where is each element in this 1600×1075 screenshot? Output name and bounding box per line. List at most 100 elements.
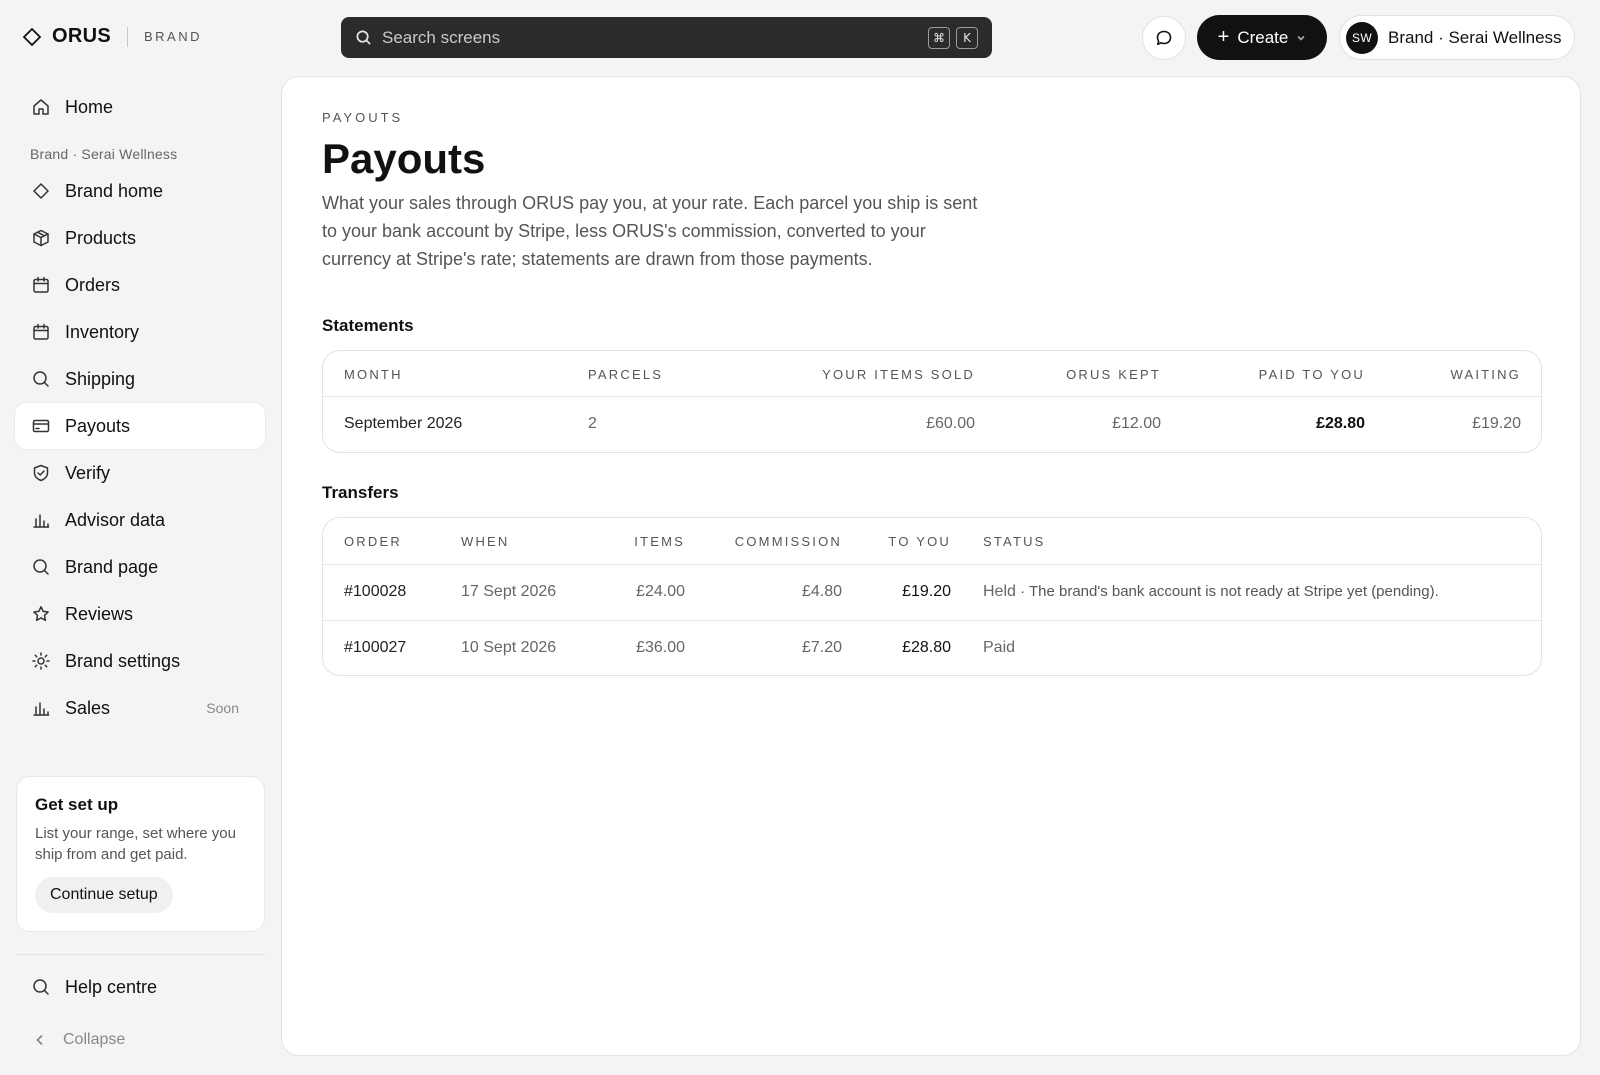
statements-table: MONTH PARCELS YOUR ITEMS SOLD ORUS KEPT … (322, 350, 1542, 453)
sidebar-item-help-centre[interactable]: Help centre (15, 964, 265, 1010)
sidebar-item-label: Products (65, 227, 137, 248)
sidebar-item-sales[interactable]: Sales Soon (15, 685, 265, 731)
statement-parcels: 2 (588, 415, 597, 432)
column-header-paid-to-you: PAID TO YOU (1258, 367, 1365, 382)
sidebar-item-reviews[interactable]: Reviews (15, 591, 265, 637)
search-input[interactable]: Search screens (382, 28, 922, 48)
page-title: Payouts (322, 135, 486, 182)
transfer-to-you: £19.20 (902, 583, 951, 600)
statement-orus-kept: £12.00 (1112, 415, 1161, 432)
column-header-order: ORDER (344, 534, 402, 549)
sidebar-item-label: Payouts (65, 415, 131, 436)
column-header-parcels: PARCELS (588, 367, 664, 382)
sidebar-item-label: Brand settings (65, 650, 181, 671)
sidebar-item-brand-settings[interactable]: Brand settings (15, 638, 265, 684)
sidebar-item-label: Brand page (65, 556, 159, 577)
diamond-logo-icon (22, 27, 42, 47)
statement-waiting: £19.20 (1472, 415, 1521, 432)
column-header-items-sold: YOUR ITEMS SOLD (822, 367, 975, 382)
column-header-month: MONTH (344, 367, 403, 382)
home-icon (31, 97, 51, 117)
setup-card-title: Get set up (35, 795, 119, 814)
box-icon (31, 228, 51, 248)
search-icon (31, 369, 51, 389)
transfer-when: 10 Sept 2026 (461, 639, 557, 656)
transfer-order: #100028 (344, 583, 407, 600)
chevron-down-icon (1296, 33, 1306, 43)
bar-chart-icon (31, 510, 51, 530)
sidebar-item-advisor-data[interactable]: Advisor data (15, 497, 265, 543)
create-button[interactable]: + Create (1197, 15, 1327, 60)
sidebar-item-label: Verify (65, 462, 111, 483)
sidebar-item-verify[interactable]: Verify (15, 450, 265, 496)
transfer-commission: £4.80 (801, 583, 842, 600)
statement-month: September 2026 (344, 415, 463, 432)
transfer-status: Paid (983, 639, 1015, 657)
column-header-waiting: WAITING (1450, 367, 1521, 382)
setup-card: Get set up List your range, set where yo… (16, 776, 265, 932)
create-label: Create (1237, 27, 1289, 47)
sidebar-item-payouts[interactable]: Payouts (15, 403, 265, 449)
sidebar-section-label: Brand · Serai Wellness (30, 146, 178, 162)
sidebar-item-products[interactable]: Products (15, 215, 265, 261)
sidebar-item-home[interactable]: Home (15, 84, 265, 130)
calendar-icon (31, 322, 51, 342)
search-bar[interactable]: Search screens ⌘ K (341, 17, 992, 58)
account-switcher[interactable]: SW Brand · Serai Wellness (1339, 15, 1575, 60)
transfer-to-you: £28.80 (902, 639, 951, 656)
statement-items-sold: £60.00 (926, 415, 975, 432)
table-header-row: ORDER WHEN ITEMS COMMISSION TO YOU STATU… (323, 518, 1541, 564)
sidebar-item-shipping[interactable]: Shipping (15, 356, 265, 402)
collapse-sidebar-button[interactable]: Collapse (33, 1031, 125, 1049)
main-panel: PAYOUTS Payouts What your sales through … (281, 76, 1581, 1056)
card-icon (31, 416, 51, 436)
transfer-items: £24.00 (636, 583, 685, 600)
transfer-status: Held · The brand's bank account is not r… (983, 583, 1439, 601)
table-row[interactable]: #100028 17 Sept 2026 £24.00 £4.80 £19.20… (323, 564, 1541, 620)
sidebar-item-label: Help centre (65, 976, 158, 997)
star-icon (31, 604, 51, 624)
search-icon (355, 29, 372, 46)
column-header-commission: COMMISSION (734, 534, 842, 549)
column-header-when: WHEN (461, 534, 510, 549)
sidebar-item-label: Sales (65, 697, 111, 718)
sidebar-divider (16, 954, 265, 955)
transfers-table: ORDER WHEN ITEMS COMMISSION TO YOU STATU… (322, 517, 1542, 676)
setup-card-description: List your range, set where you ship from… (35, 825, 236, 863)
sidebar-item-label: Advisor data (65, 509, 166, 530)
sidebar-item-brand-page[interactable]: Brand page (15, 544, 265, 590)
diamond-icon (31, 181, 51, 201)
chat-bubble-icon (1154, 28, 1174, 48)
transfers-heading: Transfers (322, 483, 399, 502)
transfer-when: 17 Sept 2026 (461, 583, 557, 600)
sidebar-item-inventory[interactable]: Inventory (15, 309, 265, 355)
search-icon (31, 977, 51, 997)
transfer-commission: £7.20 (801, 639, 842, 656)
table-row[interactable]: September 2026 2 £60.00 £12.00 £28.80 £1… (323, 396, 1541, 452)
status-detail: · The brand's bank account is not ready … (1015, 583, 1439, 600)
shield-check-icon (31, 463, 51, 483)
column-header-to-you: TO YOU (888, 534, 951, 549)
plus-icon: + (1217, 25, 1230, 48)
sidebar-item-label: Brand home (65, 180, 164, 201)
continue-setup-button[interactable]: Continue setup (35, 877, 173, 913)
sidebar-help: Help centre (15, 964, 265, 1011)
sidebar-item-label: Reviews (65, 603, 134, 624)
status-label: Paid (983, 639, 1016, 656)
sidebar-item-label: Orders (65, 274, 121, 295)
page-intro: What your sales through ORUS pay you, at… (322, 193, 978, 269)
sidebar-item-orders[interactable]: Orders (15, 262, 265, 308)
column-header-status: STATUS (983, 534, 1046, 549)
messages-button[interactable] (1142, 16, 1186, 60)
sidebar-nav: Home Brand · Serai Wellness Brand home P… (15, 84, 265, 732)
transfer-order: #100027 (344, 639, 407, 656)
sidebar-item-brand-home[interactable]: Brand home (15, 168, 265, 214)
status-label: Held (983, 583, 1016, 600)
column-header-items: ITEMS (634, 534, 685, 549)
table-row[interactable]: #100027 10 Sept 2026 £36.00 £7.20 £28.80… (323, 620, 1541, 675)
sidebar-item-label: Inventory (65, 321, 140, 342)
logo-tag: BRAND (143, 29, 202, 44)
brand-logo[interactable]: ORUS BRAND (22, 25, 202, 48)
chevron-left-icon (33, 1033, 47, 1047)
avatar: SW (1346, 21, 1378, 54)
